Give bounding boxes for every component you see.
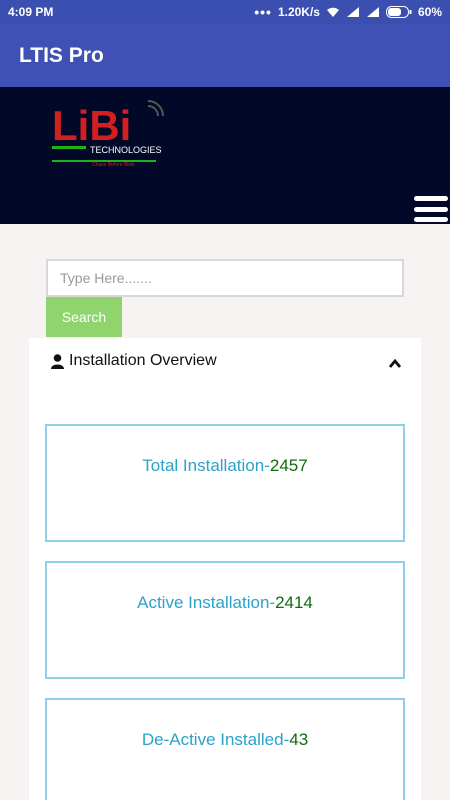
status-bar: 4:09 PM ••• 1.20K/s 60% [0, 0, 450, 24]
overview-panel-header[interactable]: Installation Overview [29, 338, 421, 384]
user-icon [51, 353, 64, 369]
battery-level: 60% [417, 5, 442, 19]
card-value: 43 [289, 730, 309, 749]
app-title: LTIS Pro [19, 43, 104, 67]
logo-text: LiBi [52, 102, 131, 149]
app-bar: LTIS Pro [0, 24, 450, 87]
hamburger-menu-icon[interactable] [414, 196, 448, 222]
logo-subtext: TECHNOLOGIES [90, 145, 162, 155]
card-value: 2457 [269, 456, 308, 475]
dots-icon: ••• [254, 4, 272, 20]
card-label: Total Installation- [142, 456, 270, 475]
installation-overview-panel: Installation Overview Total Installation… [29, 338, 421, 800]
signal-icon [366, 6, 380, 18]
card-value: 2414 [275, 593, 313, 612]
card-label: De-Active Installed- [141, 730, 290, 749]
active-installation-card[interactable]: Active Installation- 2414 [45, 561, 405, 679]
battery-icon [385, 6, 412, 18]
company-logo: LiBi TECHNOLOGIES Chase Before Blink [52, 100, 172, 170]
card-label: Active Installation- [137, 593, 276, 612]
status-time: 4:09 PM [8, 5, 54, 19]
status-indicators: ••• 1.20K/s 60% [254, 4, 442, 20]
search-input[interactable] [46, 259, 404, 297]
chevron-up-icon[interactable] [388, 355, 402, 373]
wifi-icon [326, 6, 340, 18]
signal-icon [346, 6, 360, 18]
total-installation-card[interactable]: Total Installation- 2457 [45, 424, 405, 542]
overview-title: Installation Overview [69, 352, 217, 369]
logo-tagline: Chase Before Blink [92, 162, 135, 168]
search-button[interactable]: Search [46, 297, 122, 337]
network-speed: 1.20K/s [277, 5, 320, 19]
deactive-installed-card[interactable]: De-Active Installed- 43 [45, 698, 405, 800]
